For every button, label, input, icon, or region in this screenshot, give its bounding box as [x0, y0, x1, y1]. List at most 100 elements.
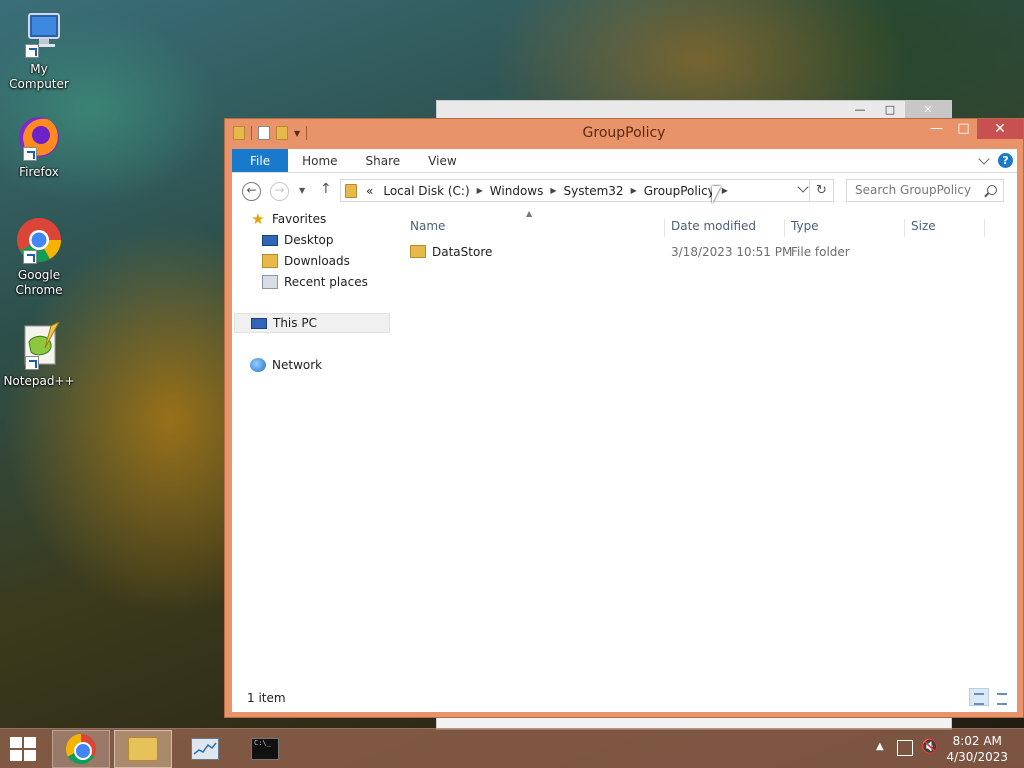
clock-date: 4/30/2023 — [946, 750, 1008, 764]
column-header-type[interactable]: Type — [791, 215, 819, 237]
desktop-icon-firefox[interactable]: Firefox — [0, 113, 78, 180]
explorer-content: File Home Share View ? ← → ▼ ↑ « Local D… — [232, 149, 1017, 712]
system-clock[interactable]: 8:02 AM 4/30/2023 — [946, 733, 1008, 765]
tab-file[interactable]: File — [232, 149, 289, 172]
file-row[interactable]: DataStore 3/18/2023 10:51 PM File folder — [402, 242, 1002, 264]
desktop-icon-my-computer[interactable]: My Computer — [0, 10, 78, 92]
status-bar: 1 item — [232, 684, 1017, 712]
recent-locations-icon[interactable]: ▼ — [299, 186, 305, 195]
desktop-icon — [262, 234, 278, 246]
tab-home[interactable]: Home — [288, 149, 351, 172]
maximize-icon[interactable]: □ — [875, 101, 905, 119]
cmd-icon: C:\_ — [251, 738, 279, 760]
column-header-size[interactable]: Size — [911, 215, 936, 237]
breadcrumb-arrow-icon[interactable]: ▶ — [629, 186, 639, 195]
refresh-icon[interactable]: ↻ — [809, 180, 833, 201]
background-window-titlebar[interactable]: — □ ✕ — [437, 101, 951, 119]
nav-item-label: Downloads — [284, 254, 350, 268]
file-name-cell[interactable]: DataStore — [410, 245, 492, 259]
tab-share[interactable]: Share — [352, 149, 415, 172]
file-explorer-icon — [128, 737, 158, 761]
minimize-button[interactable]: — — [923, 119, 950, 139]
window-title: GroupPolicy — [582, 125, 666, 141]
desktop-icon-label: Firefox — [19, 165, 59, 179]
file-explorer-window[interactable]: ▼ GroupPolicy — □ ✕ File Home Share View… — [224, 118, 1024, 718]
desktop-icon-label: My Computer — [9, 62, 69, 91]
search-icon[interactable] — [987, 185, 997, 195]
back-button[interactable]: ← — [242, 182, 261, 201]
up-button[interactable]: ↑ — [320, 181, 332, 197]
search-placeholder: Search GroupPolicy — [855, 183, 972, 197]
breadcrumb-grouppolicy[interactable]: GroupPolicy — [639, 184, 720, 198]
breadcrumb-local-disk[interactable]: Local Disk (C:) — [378, 184, 474, 198]
start-button[interactable] — [10, 737, 38, 761]
navigation-pane: ★ Favorites Desktop Downloads Recent pla… — [232, 209, 392, 679]
nav-item-network[interactable]: Network — [250, 355, 322, 375]
nav-item-label: Network — [272, 358, 323, 372]
desktop-icon-label: Notepad++ — [3, 374, 75, 388]
desktop-icon-notepadpp[interactable]: Notepad++ — [0, 320, 78, 389]
nav-item-label: Favorites — [272, 212, 327, 226]
nav-item-label: Recent places — [284, 275, 368, 289]
computer-icon — [15, 10, 63, 58]
taskbar-cmd[interactable]: C:\_ — [236, 730, 294, 768]
network-icon — [250, 358, 266, 372]
item-count: 1 item — [247, 691, 286, 705]
chrome-icon — [15, 216, 63, 264]
recent-places-icon — [262, 275, 278, 289]
mouse-cursor-icon — [712, 186, 721, 204]
chrome-icon — [66, 734, 96, 764]
title-bar[interactable]: ▼ GroupPolicy — □ ✕ — [225, 119, 1023, 149]
breadcrumb-arrow-icon[interactable]: ▶ — [475, 186, 485, 195]
tab-view[interactable]: View — [414, 149, 470, 172]
file-date-modified: 3/18/2023 10:51 PM — [671, 245, 793, 259]
firefox-icon — [15, 113, 63, 161]
ribbon: File Home Share View ? — [232, 149, 1017, 173]
taskbar-file-explorer[interactable] — [114, 730, 172, 768]
nav-item-favorites[interactable]: ★ Favorites — [250, 209, 326, 229]
file-name: DataStore — [432, 245, 493, 259]
volume-muted-icon[interactable]: 🔇 — [921, 739, 938, 755]
breadcrumb-windows[interactable]: Windows — [485, 184, 549, 198]
downloads-icon — [262, 254, 278, 268]
taskbar-resource-monitor[interactable] — [176, 730, 234, 768]
taskbar-chrome[interactable] — [52, 730, 110, 768]
sort-ascending-icon: ▲ — [526, 209, 533, 218]
notepadpp-icon — [15, 320, 63, 370]
close-icon[interactable]: ✕ — [905, 101, 951, 119]
nav-item-this-pc[interactable]: This PC — [234, 313, 390, 333]
breadcrumb-arrow-icon[interactable]: ▶ — [720, 186, 730, 195]
nav-item-recent-places[interactable]: Recent places — [262, 272, 368, 292]
details-view-icon[interactable] — [969, 688, 989, 706]
desktop-icon-label: Google Chrome — [15, 268, 63, 297]
forward-button[interactable]: → — [270, 182, 289, 201]
nav-item-label: This PC — [273, 316, 317, 330]
star-icon: ★ — [251, 210, 265, 228]
address-overflow[interactable]: « — [361, 184, 378, 198]
address-dropdown-icon[interactable] — [797, 181, 809, 193]
clock-time: 8:02 AM — [952, 734, 1002, 748]
column-header-name[interactable]: Name — [410, 215, 445, 237]
show-hidden-icons-icon[interactable]: ▲ — [876, 741, 884, 752]
desktop-icon-chrome[interactable]: Google Chrome — [0, 216, 78, 298]
network-status-icon[interactable] — [897, 740, 913, 756]
close-button[interactable]: ✕ — [977, 119, 1023, 139]
breadcrumb-system32[interactable]: System32 — [559, 184, 629, 198]
breadcrumb-arrow-icon[interactable]: ▶ — [548, 186, 558, 195]
taskbar: C:\_ ▲ 🔇 8:02 AM 4/30/2023 — [0, 728, 1024, 768]
search-input[interactable]: Search GroupPolicy — [846, 179, 1004, 202]
file-type: File folder — [791, 245, 850, 259]
address-bar[interactable]: « Local Disk (C:) ▶ Windows ▶ System32 ▶… — [340, 179, 834, 202]
nav-item-downloads[interactable]: Downloads — [262, 251, 350, 271]
large-icons-view-icon[interactable] — [992, 688, 1012, 706]
expand-ribbon-icon[interactable] — [978, 152, 990, 165]
column-header-date-modified[interactable]: Date modified — [671, 215, 756, 237]
nav-item-desktop[interactable]: Desktop — [262, 230, 334, 250]
nav-item-label: Desktop — [284, 233, 334, 247]
maximize-button[interactable]: □ — [950, 119, 977, 139]
help-icon[interactable]: ? — [998, 153, 1013, 168]
folder-icon — [410, 245, 426, 258]
folder-icon — [345, 183, 357, 198]
minimize-icon[interactable]: — — [845, 101, 875, 119]
computer-icon — [251, 317, 267, 329]
